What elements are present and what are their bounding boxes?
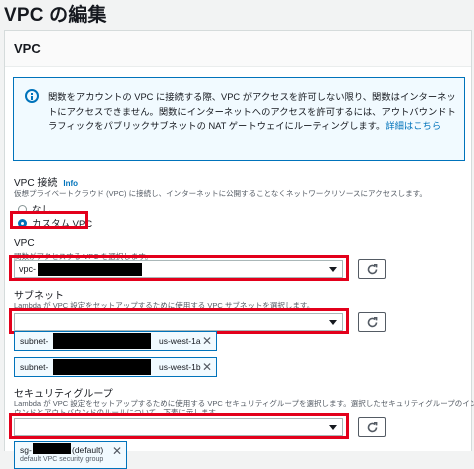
vpc-connection-description: 仮想プライベートクラウド (VPC) に接続し、インターネットに公開することなく… (14, 189, 427, 198)
security-group-default: (default) (72, 445, 104, 455)
redacted-subnet-2 (53, 359, 151, 375)
vpc-connection-label: VPC 接続 Info (14, 174, 78, 189)
refresh-icon (367, 422, 378, 433)
info-alert: 関数をアカウントの VPC に接続する際、VPC がアクセスを許可しない限り、関… (13, 77, 465, 161)
info-text: 関数をアカウントの VPC に接続する際、VPC がアクセスを許可しない限り、関… (48, 90, 460, 134)
subnet-token-2-az: us-west-1b (159, 362, 201, 372)
highlight-security-groups-select (9, 413, 349, 439)
close-icon[interactable]: ✕ (202, 334, 212, 348)
refresh-icon (367, 317, 378, 328)
subnet-token-2-prefix: subnet- (20, 362, 49, 372)
security-group-prefix: sg- (20, 445, 32, 455)
security-group-subtitle: default VPC security group (20, 456, 104, 463)
panel-header: VPC (5, 31, 471, 67)
security-groups-refresh-button[interactable] (358, 417, 386, 437)
redacted-security-group (33, 443, 71, 454)
subnets-refresh-button[interactable] (358, 312, 386, 332)
refresh-icon (367, 264, 378, 275)
subnet-token-1-prefix: subnet- (20, 336, 49, 346)
vpc-refresh-button[interactable] (358, 259, 386, 279)
subnet-token-1-az: us-west-1a (159, 336, 201, 346)
close-icon[interactable]: ✕ (202, 360, 212, 374)
close-icon[interactable]: ✕ (112, 444, 122, 458)
vpc-panel: VPC 関数をアカウントの VPC に接続する際、VPC がアクセスを許可しない… (4, 30, 474, 469)
vpc-connection-info-link[interactable]: Info (63, 179, 78, 188)
redacted-subnet-1 (53, 333, 151, 349)
info-circle-icon (25, 89, 39, 103)
page-title: VPC の編集 (4, 5, 107, 26)
learn-more-link[interactable]: 詳細はこちら (385, 121, 441, 131)
vpc-label: VPC (14, 238, 35, 249)
highlight-vpc-select (9, 255, 349, 281)
highlight-custom-vpc (10, 211, 88, 229)
